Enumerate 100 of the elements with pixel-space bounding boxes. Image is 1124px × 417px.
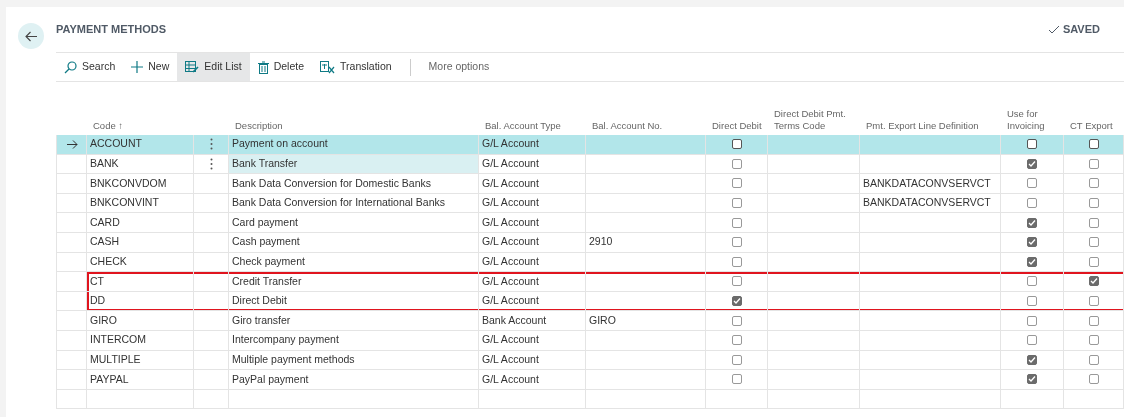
saved-status: SAVED — [1062, 22, 1100, 38]
checkbox[interactable] — [1027, 315, 1037, 326]
more-icon[interactable] — [209, 157, 213, 170]
table-cell-text: G/L Account — [482, 214, 539, 230]
table-cell-text: CARD — [90, 214, 120, 230]
table-cell-text: G/L Account — [482, 136, 539, 152]
more-icon[interactable] — [209, 138, 213, 151]
checkbox[interactable] — [1088, 139, 1099, 150]
checkbox[interactable] — [731, 178, 742, 189]
checkbox[interactable] — [731, 374, 742, 385]
edit-list-icon — [185, 61, 200, 73]
table-row[interactable]: BNKCONVDOM Bank Data Conversion for Domestic Banks G/L Account BANKDATACONVSERVCT — [57, 174, 1124, 194]
table-row[interactable]: GIRO Giro transfer Bank Account GIRO — [57, 311, 1124, 331]
checkbox[interactable] — [731, 158, 742, 169]
column-header[interactable]: Direct Debit Pmt. Terms Code — [774, 108, 856, 132]
checkbox[interactable] — [1088, 374, 1099, 385]
table-row[interactable]: CT Credit Transfer G/L Account — [57, 272, 1124, 292]
more-options-button[interactable]: More options — [420, 53, 498, 81]
checkbox[interactable] — [731, 354, 742, 365]
checkbox[interactable] — [1088, 335, 1099, 346]
table-cell-text: G/L Account — [482, 156, 539, 171]
table-row[interactable]: ACCOUNT Payment on account G/L Account — [57, 135, 1124, 155]
table-cell-text: MULTIPLE — [90, 351, 141, 367]
table-cell-text: INTERCOM — [90, 332, 146, 348]
checkbox[interactable] — [1088, 198, 1099, 209]
arrow-left-icon — [24, 30, 38, 42]
table-cell: BANKDATACONVSERVCT — [863, 195, 991, 211]
table-cell-text: PayPal payment — [232, 371, 309, 387]
checkbox[interactable] — [1088, 276, 1099, 287]
checkbox[interactable] — [1088, 354, 1099, 365]
column-header[interactable]: Use for Invoicing — [1007, 108, 1060, 132]
checkbox[interactable] — [731, 276, 742, 287]
table-row[interactable]: BANK Bank Transfer G/L Account — [57, 154, 1124, 175]
column-header[interactable]: Bal. Account No. — [592, 120, 663, 132]
checkbox[interactable] — [1088, 217, 1099, 228]
checkbox[interactable] — [1088, 158, 1099, 169]
checkbox[interactable] — [731, 296, 742, 307]
table-cell-text: Intercompany payment — [232, 332, 339, 348]
table-cell-text: G/L Account — [482, 351, 539, 367]
checkbox[interactable] — [1027, 217, 1037, 228]
plus-icon — [131, 61, 144, 73]
checkbox[interactable] — [1027, 158, 1037, 169]
table-cell-text: G/L Account — [482, 332, 539, 348]
column-header[interactable]: Code ↑ — [93, 120, 124, 132]
column-header[interactable]: Bal. Account Type — [485, 120, 561, 132]
checkbox[interactable] — [1088, 296, 1099, 307]
checkbox[interactable] — [1088, 256, 1099, 267]
checkbox[interactable] — [1027, 198, 1037, 209]
table-cell: BNKCONVINT — [90, 195, 159, 211]
checkbox[interactable] — [1027, 256, 1037, 267]
checkbox[interactable] — [731, 237, 742, 248]
checkbox[interactable] — [731, 335, 742, 346]
checkbox[interactable] — [1027, 276, 1037, 287]
table-cell-text: G/L Account — [482, 371, 539, 387]
checkbox[interactable] — [1088, 315, 1099, 326]
checkbox[interactable] — [1027, 374, 1037, 385]
table-cell-text: GIRO — [589, 312, 616, 328]
checkbox[interactable] — [731, 256, 742, 267]
checkbox[interactable] — [1027, 237, 1037, 248]
toolbar-button[interactable]: Edit List — [177, 53, 250, 81]
column-header[interactable]: Pmt. Export Line Definition — [866, 120, 979, 132]
table-cell-text: G/L Account — [482, 254, 539, 269]
checkbox[interactable] — [1088, 237, 1099, 248]
checkbox[interactable] — [1027, 178, 1037, 189]
toolbar-button[interactable]: Translation — [312, 53, 400, 81]
table-row[interactable]: MULTIPLE Multiple payment methods G/L Account — [57, 350, 1124, 371]
table-cell-text: Bank Account — [482, 312, 547, 328]
column-header[interactable]: Direct Debit — [712, 120, 762, 132]
toolbar-button[interactable]: New — [123, 53, 178, 81]
column-header[interactable]: Description — [235, 120, 283, 132]
table-cell-text: BANK — [90, 156, 119, 171]
table-row[interactable]: CHECK Check payment G/L Account — [57, 252, 1124, 273]
checkbox[interactable] — [731, 139, 742, 150]
table-cell: G/L Account — [482, 195, 539, 211]
checkbox[interactable] — [731, 315, 742, 326]
trash-icon — [257, 60, 269, 74]
table-cell-text: BNKCONVDOM — [90, 175, 167, 191]
toolbar-button[interactable]: Delete — [249, 53, 312, 81]
table-row[interactable]: PAYPAL PayPal payment G/L Account — [57, 370, 1124, 390]
table-cell-text: Check payment — [232, 254, 305, 269]
back-button[interactable] — [18, 23, 44, 49]
checkbox[interactable] — [1027, 139, 1037, 150]
toolbar-button[interactable]: Search — [56, 53, 124, 81]
table-row[interactable]: INTERCOM Intercompany payment G/L Account — [57, 330, 1124, 351]
checkbox[interactable] — [731, 217, 742, 228]
checkbox[interactable] — [1027, 296, 1037, 307]
table-row[interactable]: CASH Cash payment G/L Account 2910 — [57, 232, 1124, 253]
table-row[interactable]: DD Direct Debit G/L Account — [57, 291, 1124, 312]
checkbox[interactable] — [1027, 354, 1037, 365]
checkbox[interactable] — [731, 198, 742, 209]
table-cell-text: Bank Data Conversion for Domestic Banks — [232, 175, 431, 191]
table-row[interactable]: BNKCONVINT Bank Data Conversion for International Banks G/L Account BANKDATACONVSERVCT — [57, 193, 1124, 214]
table-cell-text: CASH — [90, 234, 120, 250]
column-header[interactable]: CT Export — [1070, 120, 1113, 132]
table-row[interactable]: CARD Card payment G/L Account — [57, 213, 1124, 233]
table-cell-text: BANKDATACONVSERVCT — [863, 175, 991, 191]
checkbox[interactable] — [1027, 335, 1037, 346]
checkbox[interactable] — [1088, 178, 1099, 189]
checkmark-icon — [1047, 25, 1060, 34]
table-cell: Direct Debit — [232, 293, 287, 309]
